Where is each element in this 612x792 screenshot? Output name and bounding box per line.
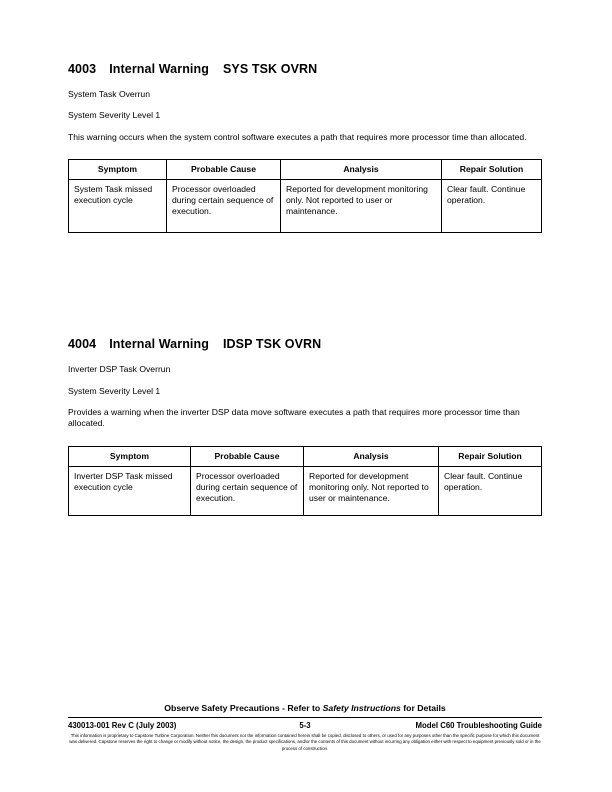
fault-code: 4004	[68, 337, 97, 352]
manual-title: Model C60 Troubleshooting Guide	[415, 721, 543, 730]
fault-section-4003: 4003 Internal Warning SYS TSK OVRN System …	[68, 62, 542, 234]
table-row: System Task missed execution cycle Proce…	[68, 179, 542, 234]
fault-table-4003: Symptom Probable Cause Analysis Repair S…	[68, 159, 542, 234]
safety-notice-suffix: for Details	[400, 703, 446, 713]
cell-symptom: Inverter DSP Task missed execution cycle	[68, 466, 191, 517]
table-header-row: Symptom Probable Cause Analysis Repair S…	[68, 159, 542, 181]
fault-code: 4003	[68, 62, 97, 76]
fault-table-4004: Symptom Probable Cause Analysis Repair S…	[68, 446, 542, 517]
cell-repair-solution: Clear fault. Continue operation.	[438, 466, 542, 517]
fault-type: Internal Warning	[109, 337, 209, 352]
fault-type: Internal Warning	[109, 62, 209, 76]
section-heading-4003: 4003 Internal Warning SYS TSK OVRN	[68, 62, 542, 76]
column-header-symptom: Symptom	[68, 159, 167, 181]
cell-analysis: Reported for development monitoring only…	[303, 466, 439, 517]
table-row: Inverter DSP Task missed execution cycle…	[68, 466, 542, 517]
fault-description-4003: This warning occurs when the system cont…	[68, 131, 527, 142]
fault-name-4003: System Task Overrun	[68, 89, 150, 99]
column-header-analysis: Analysis	[303, 446, 439, 468]
cell-probable-cause: Processor overloaded during certain sequ…	[190, 466, 304, 517]
page-content: 4003 Internal Warning SYS TSK OVRN System …	[68, 62, 542, 517]
cell-repair-solution: Clear fault. Continue operation.	[441, 179, 542, 234]
cell-probable-cause: Processor overloaded during certain sequ…	[166, 179, 281, 234]
document-page: 4003 Internal Warning SYS TSK OVRN System …	[0, 0, 612, 792]
document-id: 430013-001 Rev C (July 2003)	[68, 721, 177, 730]
safety-instructions-reference: Safety Instructions	[322, 703, 401, 713]
fault-name-4004: Inverter DSP Task Overrun	[68, 364, 171, 375]
fault-description-4004: Provides a warning when the inverter DSP…	[68, 406, 520, 429]
safety-precautions-notice: Observe Safety Precautions - Refer to Sa…	[68, 703, 542, 717]
fault-severity-4004: System Severity Level 1	[68, 385, 161, 396]
column-header-probable-cause: Probable Cause	[190, 446, 304, 468]
fault-section-4004: 4004 Internal Warning IDSP TSK OVRN Invert…	[68, 337, 542, 517]
cell-analysis: Reported for development monitoring only…	[280, 179, 442, 234]
column-header-symptom: Symptom	[68, 446, 191, 468]
fault-severity-4003: System Severity Level 1	[68, 110, 161, 121]
page-number: 5-3	[299, 721, 311, 730]
column-header-repair-solution: Repair Solution	[438, 446, 542, 468]
section-heading-4004: 4004 Internal Warning IDSP TSK OVRN	[68, 337, 542, 351]
page-footer: Observe Safety Precautions - Refer to Sa…	[68, 703, 542, 752]
footer-meta-row: 430013-001 Rev C (July 2003) 5-3 Model C…	[68, 718, 542, 730]
column-header-probable-cause: Probable Cause	[166, 159, 281, 181]
proprietary-legal-notice: This information is proprietary to Capst…	[69, 733, 541, 751]
cell-symptom: System Task missed execution cycle	[68, 179, 167, 234]
column-header-repair-solution: Repair Solution	[441, 159, 542, 181]
fault-mnemonic: SYS TSK OVRN	[222, 62, 318, 76]
safety-notice-prefix: Observe Safety Precautions - Refer to	[164, 703, 323, 713]
fault-mnemonic: IDSP TSK OVRN	[222, 337, 322, 352]
table-header-row: Symptom Probable Cause Analysis Repair S…	[68, 446, 542, 468]
column-header-analysis: Analysis	[280, 159, 442, 181]
